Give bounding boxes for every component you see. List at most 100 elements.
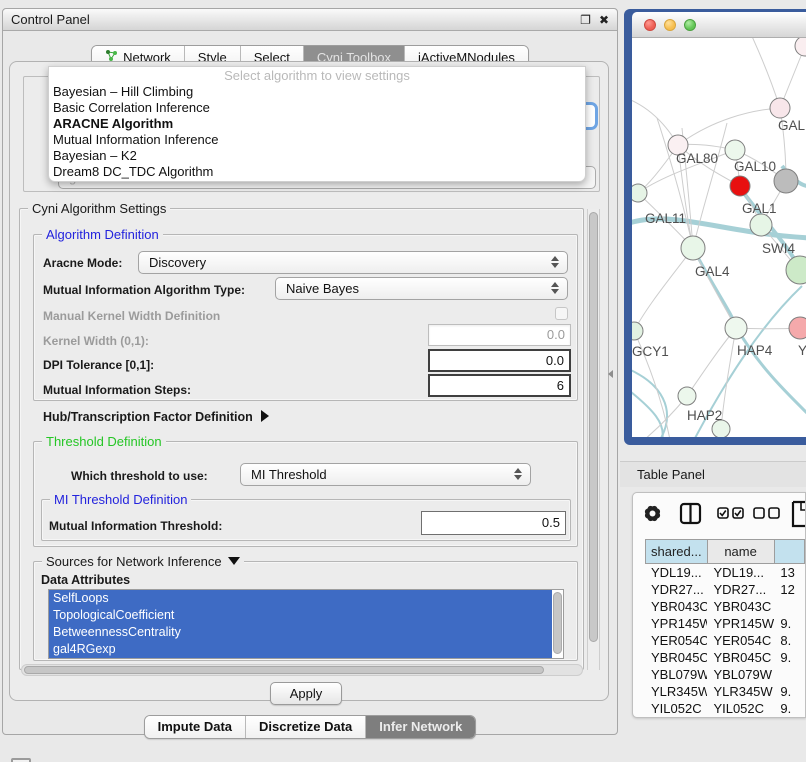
close-button[interactable] xyxy=(644,19,656,31)
network-node[interactable] xyxy=(774,169,798,193)
attribute-item-selfloops[interactable]: SelfLoops xyxy=(49,590,552,607)
floating-panel-icon[interactable] xyxy=(11,758,31,762)
table-row[interactable]: YDL19...YDL19...13 xyxy=(645,564,805,581)
table-cell[interactable]: YBL079W xyxy=(707,666,774,683)
algorithm-option-bayesian-k2[interactable]: Bayesian – K2 xyxy=(49,148,585,164)
settings-vertical-scrollbar-thumb[interactable] xyxy=(589,212,598,642)
kernel-width-field[interactable]: 0.0 xyxy=(428,324,571,346)
table-cell[interactable]: YDL19... xyxy=(707,564,774,581)
network-node-gal4[interactable] xyxy=(681,236,705,260)
algorithm-option-mutual-information-inference[interactable]: Mutual Information Inference xyxy=(49,132,585,148)
table-cell[interactable]: YIL052C xyxy=(645,700,707,717)
algorithm-option-dream8-dc-tdc-algorithm[interactable]: Dream8 DC_TDC Algorithm xyxy=(49,164,585,180)
network-node-y[interactable] xyxy=(789,317,806,339)
attribute-item-betweennesscentrality[interactable]: BetweennessCentrality xyxy=(49,624,552,641)
attribute-item-topologicalcoefficient[interactable]: TopologicalCoefficient xyxy=(49,607,552,624)
table-cell[interactable]: YBR043C xyxy=(707,598,774,615)
table-cell[interactable]: YBR045C xyxy=(707,649,774,666)
table-panel-title: Table Panel xyxy=(637,467,705,482)
close-window-icon[interactable]: ✖ xyxy=(599,12,609,28)
network-node-gal10[interactable] xyxy=(725,140,745,160)
table-row[interactable]: YBR045CYBR045C9. xyxy=(645,649,805,666)
column-header-name[interactable]: name xyxy=(708,539,775,564)
network-node[interactable] xyxy=(795,38,806,56)
table-cell[interactable]: 8. xyxy=(774,632,805,649)
table-cell[interactable]: 9. xyxy=(774,700,805,717)
algorithm-option-basic-correlation-inference[interactable]: Basic Correlation Inference xyxy=(49,100,585,116)
mi-algorithm-type-combo[interactable]: Naive Bayes xyxy=(275,277,568,300)
table-row[interactable]: YIL052CYIL052C9. xyxy=(645,700,805,717)
table-cell[interactable]: YDR27... xyxy=(707,581,774,598)
mi-algorithm-type-value: Naive Bayes xyxy=(286,281,359,296)
splitter-collapse-icon[interactable] xyxy=(608,370,613,378)
table-cell[interactable]: YLR345W xyxy=(707,683,774,700)
cyni-bottom-tabs: Impute DataDiscretize DataInfer Network xyxy=(144,715,477,739)
table-cell[interactable]: YBR043C xyxy=(645,598,707,615)
table-row[interactable]: YPR145WYPR145W9. xyxy=(645,615,805,632)
attribute-item-gal4rgexp[interactable]: gal4RGexp xyxy=(49,641,552,658)
table-cell[interactable]: 9. xyxy=(774,649,805,666)
column-header-2[interactable] xyxy=(775,539,805,564)
table-cell[interactable] xyxy=(774,666,805,683)
network-node-swi4[interactable] xyxy=(786,256,806,284)
settings-horizontal-scrollbar-thumb[interactable] xyxy=(24,666,544,674)
hub-definition-toggle[interactable]: Hub/Transcription Factor Definition xyxy=(43,410,269,424)
mi-steps-field[interactable]: 6 xyxy=(428,374,571,397)
settings-horizontal-scrollbar xyxy=(21,664,583,676)
new-table-icon[interactable] xyxy=(793,502,806,526)
network-node-hap2[interactable] xyxy=(678,387,696,405)
algorithm-option-aracne-algorithm[interactable]: ARACNE Algorithm xyxy=(49,116,585,132)
attributes-scrollbar-thumb[interactable] xyxy=(553,592,562,654)
tab-discretize-data[interactable]: Discretize Data xyxy=(245,716,365,738)
dpi-tolerance-field[interactable]: 0.0 xyxy=(428,349,571,372)
table-row[interactable]: YER054CYER054C8. xyxy=(645,632,805,649)
table-cell[interactable]: YER054C xyxy=(645,632,707,649)
sources-group-title: Sources for Network Inference xyxy=(46,554,222,569)
tab-infer-network[interactable]: Infer Network xyxy=(365,716,475,738)
stepper-arrows-icon xyxy=(551,282,559,294)
column-layout-icon[interactable] xyxy=(681,504,700,523)
table-cell[interactable]: YBL079W xyxy=(645,666,707,683)
table-row[interactable]: YBR043CYBR043C xyxy=(645,598,805,615)
manual-kernel-width-checkbox[interactable] xyxy=(555,307,568,320)
column-header-shared[interactable]: shared... xyxy=(645,539,708,564)
table-cell[interactable]: 13 xyxy=(774,564,805,581)
table-cell[interactable]: YER054C xyxy=(707,632,774,649)
sources-group-toggle[interactable]: Sources for Network Inference xyxy=(42,554,244,569)
zoom-button[interactable] xyxy=(684,19,696,31)
table-row[interactable]: YLR345WYLR345W9. xyxy=(645,683,805,700)
tab-impute-data[interactable]: Impute Data xyxy=(145,716,245,738)
select-all-columns-icon[interactable] xyxy=(718,508,743,518)
aracne-mode-combo[interactable]: Discovery xyxy=(138,251,568,274)
table-cell[interactable] xyxy=(774,598,805,615)
network-node-gal11[interactable] xyxy=(632,184,647,202)
node-label-gal11: GAL11 xyxy=(645,211,686,226)
table-cell[interactable]: YLR345W xyxy=(645,683,707,700)
table-cell[interactable]: YPR145W xyxy=(707,615,774,632)
float-window-icon[interactable]: ❐ xyxy=(580,12,591,28)
network-node-gal[interactable] xyxy=(770,98,790,118)
table-row[interactable]: YBL079WYBL079W xyxy=(645,666,805,683)
algorithm-option-bayesian-hill-climbing[interactable]: Bayesian – Hill Climbing xyxy=(49,84,585,100)
network-canvas[interactable]: GALGAL80GAL10GAL1GAL11GAL4SWI4HAP4YGCY1H… xyxy=(632,38,806,437)
network-node-gal1[interactable] xyxy=(750,214,772,236)
minimize-button[interactable] xyxy=(664,19,676,31)
table-row[interactable]: YDR27...YDR27...12 xyxy=(645,581,805,598)
table-cell[interactable]: 12 xyxy=(774,581,805,598)
algorithm-dropdown-prompt[interactable]: Select algorithm to view settings xyxy=(49,67,585,84)
network-node[interactable] xyxy=(730,176,750,196)
which-threshold-combo[interactable]: MI Threshold xyxy=(240,463,531,486)
table-cell[interactable]: YDR27... xyxy=(645,581,707,598)
gear-icon[interactable] xyxy=(644,505,661,522)
network-node-hap4[interactable] xyxy=(725,317,747,339)
table-cell[interactable]: YDL19... xyxy=(645,564,707,581)
table-cell[interactable]: 9. xyxy=(774,615,805,632)
network-node-gcy1[interactable] xyxy=(632,322,643,340)
deselect-all-columns-icon[interactable] xyxy=(754,508,779,518)
table-cell[interactable]: 9. xyxy=(774,683,805,700)
table-cell[interactable]: YBR045C xyxy=(645,649,707,666)
table-cell[interactable]: YIL052C xyxy=(707,700,774,717)
apply-button[interactable]: Apply xyxy=(270,682,342,705)
table-cell[interactable]: YPR145W xyxy=(645,615,707,632)
mi-threshold-field[interactable]: 0.5 xyxy=(421,511,566,535)
